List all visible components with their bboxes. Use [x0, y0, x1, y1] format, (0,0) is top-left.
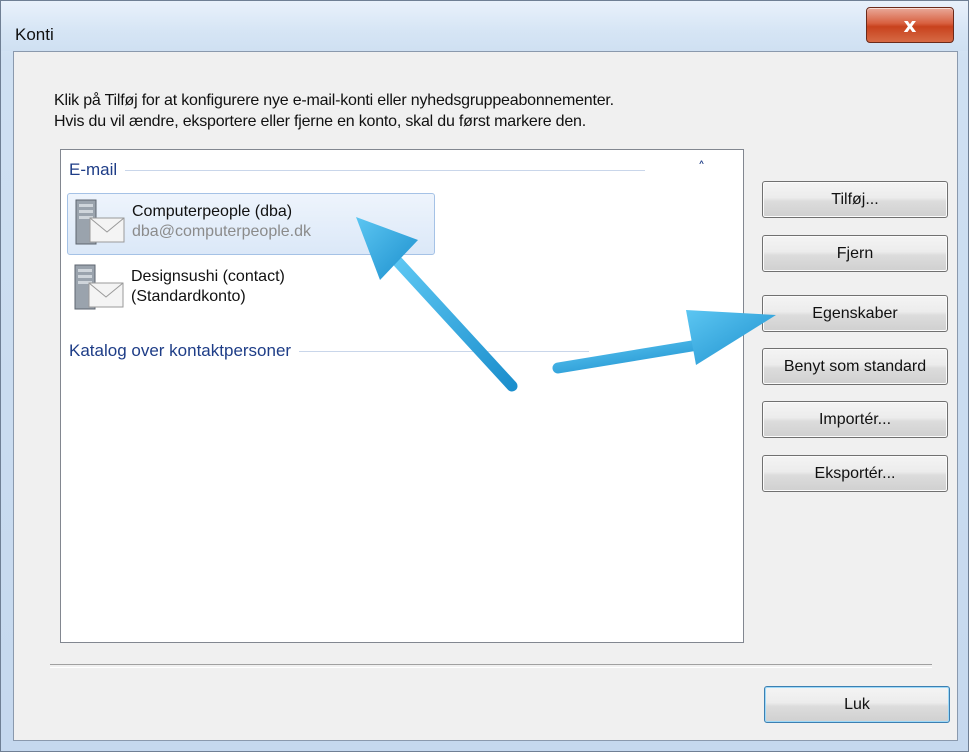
- group-divider: [299, 350, 590, 352]
- group-header-contacts[interactable]: Katalog over kontaktpersoner: [69, 341, 689, 361]
- group-label-contacts: Katalog over kontaktpersoner: [69, 341, 292, 360]
- dialog-body: Klik på Tilføj for at konfigurere nye e-…: [13, 51, 958, 741]
- properties-button[interactable]: Egenskaber: [762, 295, 948, 332]
- window-title: Konti: [15, 25, 54, 44]
- account-item-computerpeople[interactable]: Computerpeople (dba) dba@computerpeople.…: [67, 193, 435, 255]
- mail-server-icon: [71, 261, 127, 317]
- close-icon: x: [903, 13, 917, 37]
- accounts-dialog: Konti x Klik på Tilføj for at konfigurer…: [0, 0, 969, 752]
- add-button[interactable]: Tilføj...: [762, 181, 948, 218]
- instructions-text: Klik på Tilføj for at konfigurere nye e-…: [54, 90, 614, 132]
- group-label-email: E-mail: [69, 160, 118, 179]
- close-window-button[interactable]: x: [866, 7, 954, 43]
- set-default-button[interactable]: Benyt som standard: [762, 348, 948, 385]
- instructions-line-2: Hvis du vil ændre, eksportere eller fjer…: [54, 113, 586, 130]
- group-header-email[interactable]: E-mail: [69, 160, 689, 180]
- account-name: Computerpeople (dba): [132, 203, 293, 220]
- accounts-list[interactable]: E-mail ˄ Computerpeople (dba) dba@comput…: [60, 149, 744, 643]
- close-button[interactable]: Luk: [764, 686, 950, 723]
- remove-button[interactable]: Fjern: [762, 235, 948, 272]
- title-bar[interactable]: Konti x: [1, 1, 968, 51]
- export-button[interactable]: Eksportér...: [762, 455, 948, 492]
- mail-server-icon: [72, 196, 128, 252]
- account-email: dba@computerpeople.dk: [132, 223, 312, 240]
- chevron-up-icon[interactable]: ˄: [698, 160, 705, 176]
- group-divider: [125, 169, 646, 171]
- account-name: Designsushi (contact): [131, 268, 285, 285]
- account-item-designsushi[interactable]: Designsushi (contact) (Standardkonto): [67, 259, 435, 321]
- separator: [50, 664, 932, 668]
- account-default-label: (Standardkonto): [131, 288, 246, 305]
- import-button[interactable]: Importér...: [762, 401, 948, 438]
- instructions-line-1: Klik på Tilføj for at konfigurere nye e-…: [54, 92, 614, 109]
